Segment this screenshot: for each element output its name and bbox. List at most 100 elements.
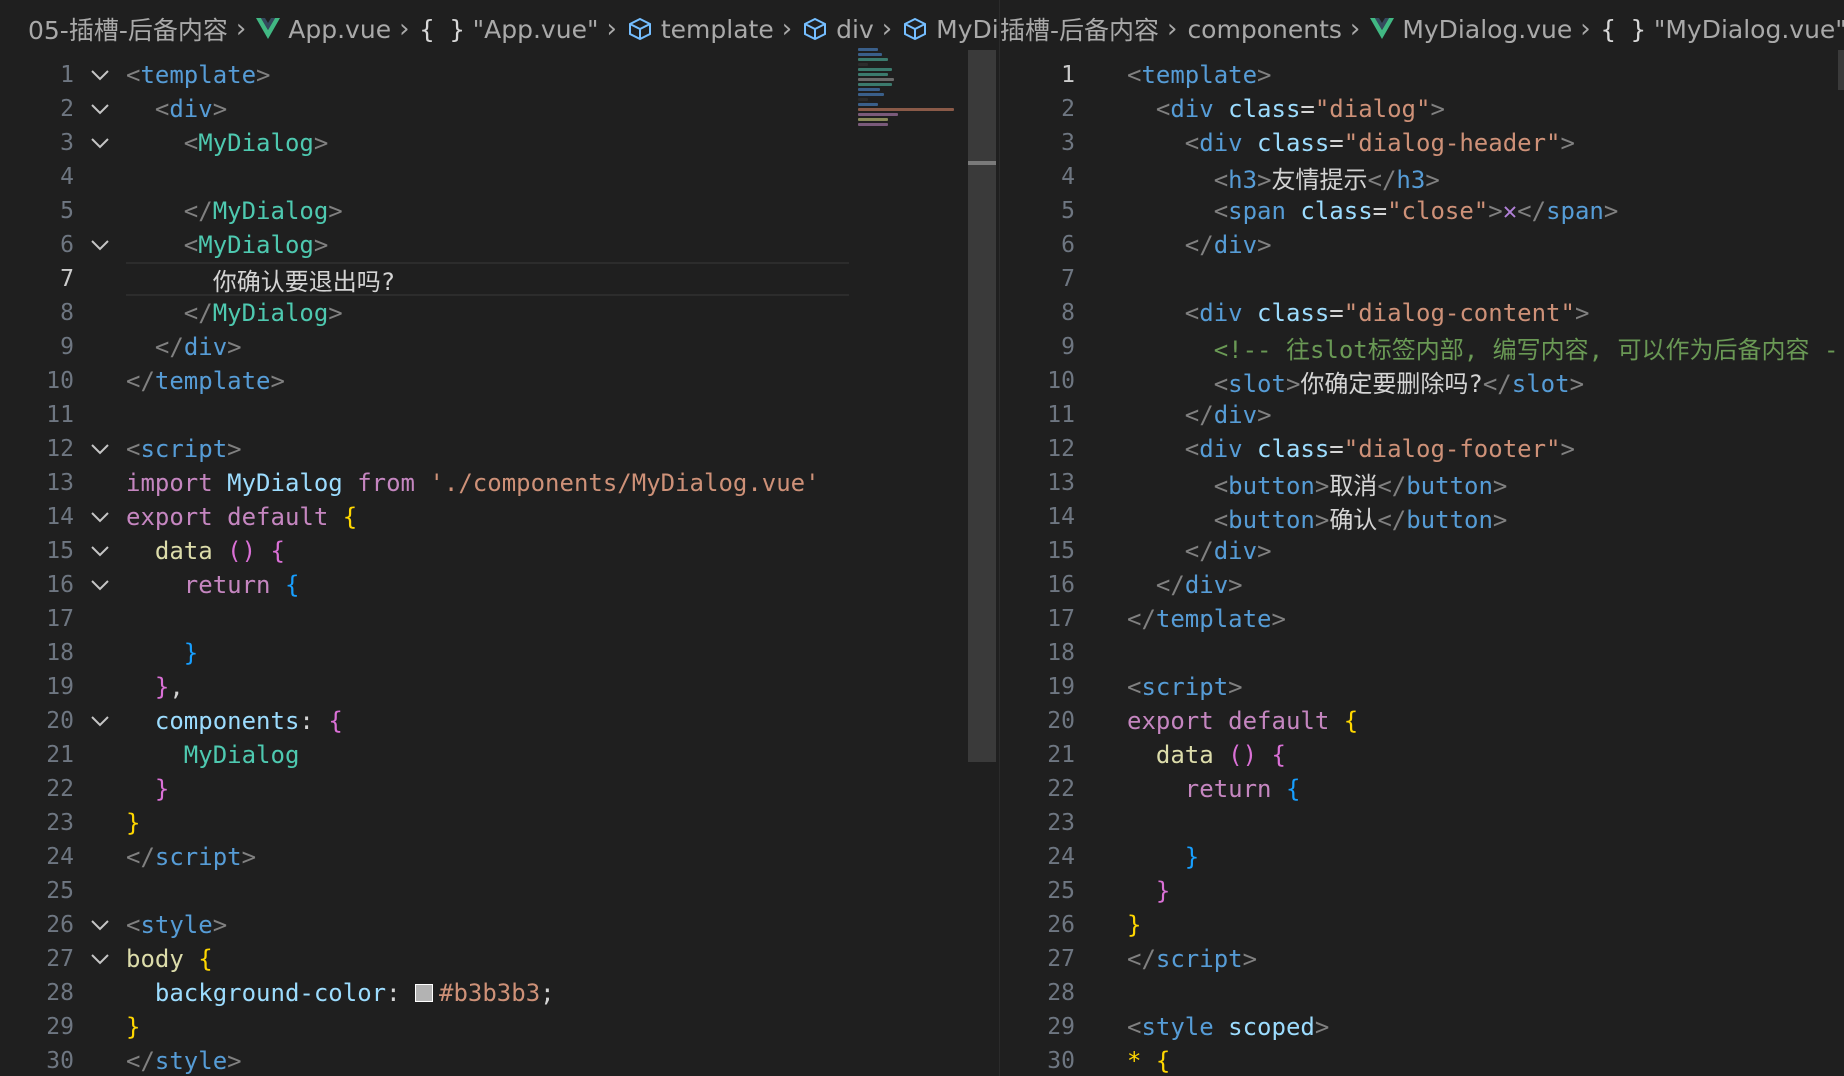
code-line[interactable]: 20 components: { (0, 704, 999, 738)
code-line[interactable]: 1 <template> (1000, 58, 1844, 92)
code-text[interactable]: <div class="dialog"> (1127, 95, 1445, 123)
code-line[interactable]: 11 (0, 398, 999, 432)
code-text[interactable]: <h3>友情提示</h3> (1127, 160, 1440, 195)
code-text[interactable]: <span class="close">✕</span> (1127, 197, 1619, 225)
fold-chevron-icon[interactable] (74, 238, 126, 252)
vertical-scrollbar[interactable] (1838, 50, 1844, 90)
code-line[interactable]: 8 </MyDialog> (0, 296, 999, 330)
code-line[interactable]: 27 </script> (1000, 942, 1844, 976)
code-text[interactable]: </div> (126, 333, 242, 361)
code-text[interactable]: export default { (1127, 707, 1358, 735)
code-text[interactable]: </div> (1127, 231, 1272, 259)
code-line[interactable]: 28 background-color: #b3b3b3; (0, 976, 999, 1010)
code-text[interactable]: } (126, 639, 198, 667)
code-line[interactable]: 11 </div> (1000, 398, 1844, 432)
code-text[interactable]: } (1127, 843, 1199, 871)
code-text[interactable]: </div> (1127, 401, 1272, 429)
right-editor-pane[interactable]: 插槽-后备内容 › components › MyDialog.vue › { … (999, 0, 1844, 1076)
code-text[interactable]: <slot>你确定要删除吗?</slot> (1127, 364, 1584, 399)
code-text[interactable]: </MyDialog> (126, 299, 343, 327)
code-line[interactable]: 16 return { (0, 568, 999, 602)
code-text[interactable]: <div class="dialog-content"> (1127, 299, 1590, 327)
code-text[interactable]: <script> (1127, 673, 1243, 701)
code-text[interactable]: <!-- 往slot标签内部, 编写内容, 可以作为后备内容 - (1127, 330, 1839, 365)
code-line[interactable]: 2 <div> (0, 92, 999, 126)
breadcrumb-symbol[interactable]: div (802, 15, 874, 44)
fold-chevron-icon[interactable] (74, 714, 126, 728)
code-line[interactable]: 30 </style> (0, 1044, 999, 1076)
breadcrumb-folder[interactable]: 05-插槽-后备内容 (28, 11, 228, 47)
minimap[interactable] (858, 48, 958, 168)
code-line[interactable]: 29} (0, 1010, 999, 1044)
code-line[interactable]: 13 import MyDialog from './components/MyD… (0, 466, 999, 500)
vertical-scrollbar[interactable] (968, 50, 996, 762)
breadcrumb-folder[interactable]: components (1187, 15, 1341, 44)
left-editor-pane[interactable]: 05-插槽-后备内容 › App.vue › { } "App.vue" › t… (0, 0, 999, 1076)
code-line[interactable]: 20 export default { (1000, 704, 1844, 738)
code-line[interactable]: 27 body { (0, 942, 999, 976)
code-line[interactable]: 5 </MyDialog> (0, 194, 999, 228)
code-line[interactable]: 9 </div> (0, 330, 999, 364)
code-text[interactable]: background-color: #b3b3b3; (126, 979, 555, 1007)
breadcrumb-symbol[interactable]: { } "App.vue" (419, 15, 598, 44)
fold-chevron-icon[interactable] (74, 918, 126, 932)
code-text[interactable]: } (126, 775, 169, 803)
code-line[interactable]: 10 <slot>你确定要删除吗?</slot> (1000, 364, 1844, 398)
code-text[interactable]: </script> (126, 843, 256, 871)
code-text[interactable]: return { (1127, 775, 1301, 803)
code-text[interactable]: <div class="dialog-footer"> (1127, 435, 1575, 463)
code-line[interactable]: 12 <div class="dialog-footer"> (1000, 432, 1844, 466)
code-line[interactable]: 4 (0, 160, 999, 194)
code-line[interactable]: 25 (0, 874, 999, 908)
code-editor[interactable]: 1 <template> 2 <div> 3 <MyDialog> 4 5 </MyDia… (0, 58, 999, 1076)
code-text[interactable]: <template> (1127, 61, 1272, 89)
code-line[interactable]: 5 <span class="close">✕</span> (1000, 194, 1844, 228)
code-text[interactable]: </div> (1127, 537, 1272, 565)
code-line[interactable]: 22 return { (1000, 772, 1844, 806)
code-text[interactable]: body { (126, 945, 213, 973)
code-text[interactable]: } (1127, 911, 1141, 939)
code-text[interactable]: } (1127, 877, 1170, 905)
code-text[interactable]: }, (126, 673, 184, 701)
code-text[interactable]: <MyDialog> (126, 231, 329, 259)
code-text[interactable]: <button>取消</button> (1127, 466, 1508, 501)
code-line[interactable]: 7 (1000, 262, 1844, 296)
code-line[interactable]: 30 * { (1000, 1044, 1844, 1076)
code-line[interactable]: 19 }, (0, 670, 999, 704)
code-line[interactable]: 2 <div class="dialog"> (1000, 92, 1844, 126)
code-line[interactable]: 13 <button>取消</button> (1000, 466, 1844, 500)
code-line[interactable]: 24 } (1000, 840, 1844, 874)
code-text[interactable]: </style> (126, 1047, 242, 1075)
code-line[interactable]: 23} (0, 806, 999, 840)
code-line[interactable]: 17 (0, 602, 999, 636)
fold-chevron-icon[interactable] (74, 544, 126, 558)
breadcrumb-symbol[interactable]: template (627, 15, 774, 44)
code-editor[interactable]: 1 <template> 2 <div class="dialog"> 3 <div … (1000, 58, 1844, 1076)
fold-chevron-icon[interactable] (74, 578, 126, 592)
code-text[interactable]: data () { (126, 537, 285, 565)
code-line[interactable]: 29 <style scoped> (1000, 1010, 1844, 1044)
code-text[interactable]: <script> (126, 435, 242, 463)
code-line[interactable]: 14 <button>确认</button> (1000, 500, 1844, 534)
code-line[interactable]: 1 <template> (0, 58, 999, 92)
code-line[interactable]: 15 </div> (1000, 534, 1844, 568)
code-line[interactable]: 6 <MyDialog> (0, 228, 999, 262)
code-text[interactable]: <style> (126, 911, 227, 939)
breadcrumb-symbol[interactable]: MyDi (902, 15, 999, 44)
fold-chevron-icon[interactable] (74, 136, 126, 150)
code-text[interactable]: } (126, 809, 140, 837)
code-text[interactable]: return { (126, 571, 300, 599)
code-line[interactable]: 19 <script> (1000, 670, 1844, 704)
color-swatch-icon[interactable] (415, 984, 433, 1002)
code-line[interactable]: 26 <style> (0, 908, 999, 942)
code-text[interactable]: </div> (1127, 571, 1243, 599)
code-line[interactable]: 10 </template> (0, 364, 999, 398)
code-line[interactable]: 12 <script> (0, 432, 999, 466)
code-line[interactable]: 14 export default { (0, 500, 999, 534)
code-line[interactable]: 3 <div class="dialog-header"> (1000, 126, 1844, 160)
code-line[interactable]: 6 </div> (1000, 228, 1844, 262)
code-text[interactable]: <style scoped> (1127, 1013, 1329, 1041)
code-text[interactable]: * { (1127, 1047, 1170, 1075)
code-line[interactable]: 24 </script> (0, 840, 999, 874)
breadcrumb-file[interactable]: App.vue (256, 15, 391, 44)
